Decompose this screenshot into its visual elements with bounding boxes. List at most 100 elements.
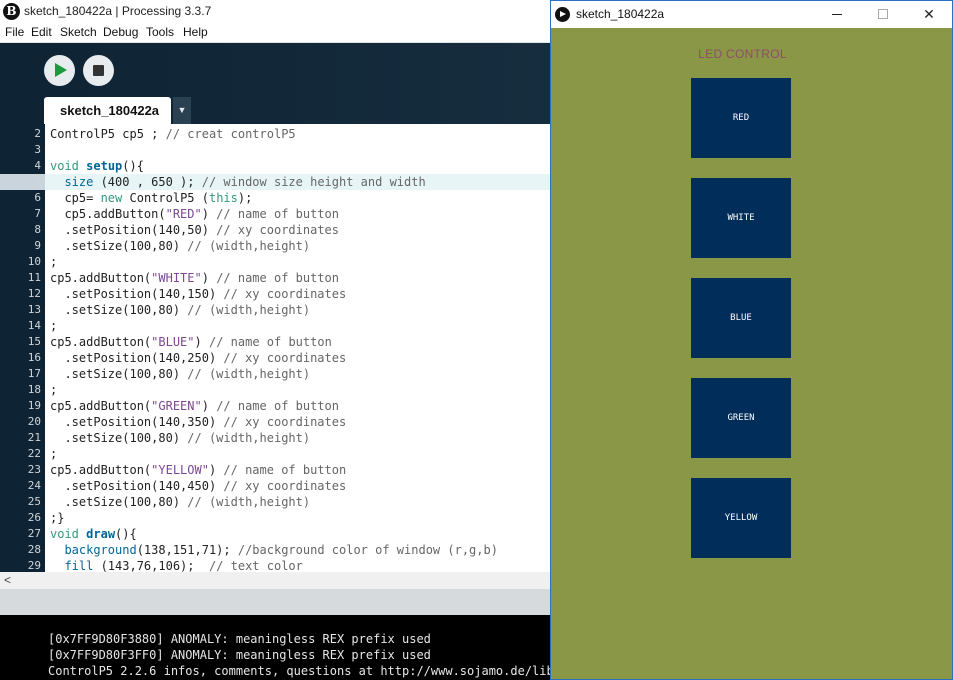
code-line: ;	[50, 447, 58, 461]
sketch-window-title: sketch_180422a	[576, 7, 665, 21]
line-number: 24	[27, 479, 41, 492]
blue-button[interactable]: BLUE	[691, 278, 791, 358]
scroll-left-icon[interactable]: <	[4, 572, 11, 589]
close-icon: ✕	[923, 6, 935, 22]
green-button-label: GREEN	[727, 413, 755, 423]
line-number: 18	[27, 383, 41, 396]
horizontal-scrollbar[interactable]: <	[0, 572, 550, 589]
line-number: 26	[27, 511, 41, 524]
stop-icon	[93, 65, 104, 76]
blue-button-label: BLUE	[730, 313, 752, 323]
code-line: void draw(){	[50, 527, 137, 541]
console-line: [0x7FF9D80F3FF0] ANOMALY: meaningless RE…	[48, 648, 431, 662]
line-number: 8	[34, 223, 41, 236]
menu-file[interactable]: File	[5, 25, 24, 39]
code-line: cp5.addButton("BLUE") // name of button	[50, 335, 332, 349]
sketch-titlebar: sketch_180422a ✕	[551, 1, 952, 28]
line-number: 19	[27, 399, 41, 412]
processing-sketch-icon	[555, 7, 570, 22]
code-line: size (400 , 650 ); // window size height…	[64, 175, 426, 189]
line-number: 5	[34, 175, 41, 188]
line-number: 27	[27, 527, 41, 540]
code-line: cp5= new ControlP5 (this);	[50, 191, 253, 205]
line-number: 21	[27, 431, 41, 444]
tab-label: sketch_180422a	[60, 103, 160, 118]
line-number: 13	[27, 303, 41, 316]
menu-edit[interactable]: Edit	[31, 25, 52, 39]
code-editor[interactable]: ControlP5 cp5 ; // creat controlP5 void s…	[45, 124, 550, 572]
led-control-heading: LED CONTROL	[698, 47, 787, 61]
play-icon	[55, 63, 67, 77]
console-output[interactable]: [0x7FF9D80F3880] ANOMALY: meaningless RE…	[0, 615, 550, 680]
line-number: 29	[27, 559, 41, 572]
code-line: .setSize(100,80) // (width,height)	[50, 239, 311, 253]
code-line: .setSize(100,80) // (width,height)	[50, 431, 311, 445]
close-button[interactable]: ✕	[906, 1, 952, 28]
line-number: 14	[27, 319, 41, 332]
tab-sketch[interactable]: sketch_180422a	[44, 97, 171, 124]
run-button[interactable]	[44, 55, 75, 86]
yellow-button-label: YELLOW	[724, 513, 758, 523]
sketch-canvas: LED CONTROL RED WHITE BLUE GREEN YELLOW	[551, 28, 952, 679]
line-number: 11	[27, 271, 41, 284]
minimize-icon	[832, 14, 842, 15]
code-line: fill (143,76,106); // text color	[64, 559, 303, 572]
code-line: ;	[50, 255, 58, 269]
white-button-label: WHITE	[727, 213, 755, 223]
sketch-window: sketch_180422a ✕ LED CONTROL RED WHITE B…	[550, 0, 953, 680]
console-line: [0x7FF9D80F3880] ANOMALY: meaningless RE…	[48, 632, 431, 646]
code-line: .setSize(100,80) // (width,height)	[50, 367, 311, 381]
line-number: 22	[27, 447, 41, 460]
line-number: 23	[27, 463, 41, 476]
line-number: 15	[27, 335, 41, 348]
line-number: 28	[27, 543, 41, 556]
menu-debug[interactable]: Debug	[103, 25, 138, 39]
code-line: ;	[50, 319, 58, 333]
green-button[interactable]: GREEN	[691, 378, 791, 458]
maximize-icon	[878, 9, 888, 19]
code-line: .setPosition(140,50) // xy coordinates	[50, 223, 339, 237]
line-number: 12	[27, 287, 41, 300]
code-line: cp5.addButton("RED") // name of button	[50, 207, 339, 221]
code-line: .setSize(100,80) // (width,height)	[50, 303, 311, 317]
line-number: 7	[34, 207, 41, 220]
line-number: 3	[34, 143, 41, 156]
code-line: .setSize(100,80) // (width,height)	[50, 495, 311, 509]
code-line: ;}	[50, 511, 65, 525]
code-line: .setPosition(140,150) // xy coordinates	[50, 287, 347, 301]
code-line: ;	[50, 383, 58, 397]
code-line: .setPosition(140,450) // xy coordinates	[50, 479, 347, 493]
yellow-button[interactable]: YELLOW	[691, 478, 791, 558]
line-number: 9	[34, 239, 41, 252]
menu-sketch[interactable]: Sketch	[60, 25, 97, 39]
processing-logo-icon: B	[3, 3, 20, 20]
red-button[interactable]: RED	[691, 78, 791, 158]
line-number: 17	[27, 367, 41, 380]
line-number: 20	[27, 415, 41, 428]
white-button[interactable]: WHITE	[691, 178, 791, 258]
line-number-gutter: 2 3 4 5 6 7 8 9 10 11 12 13 14 15 16 17 18 19 20 21 22 23 24 25…	[0, 124, 45, 572]
status-bar	[0, 589, 550, 615]
code-line: cp5.addButton("WHITE") // name of button	[50, 271, 340, 285]
menu-tools[interactable]: Tools	[146, 25, 174, 39]
code-line: void setup(){	[50, 159, 144, 173]
code-line: .setPosition(140,250) // xy coordinates	[50, 351, 347, 365]
menu-help[interactable]: Help	[183, 25, 208, 39]
line-number: 16	[27, 351, 41, 364]
code-line: background(138,151,71); //background col…	[64, 543, 498, 557]
red-button-label: RED	[732, 113, 750, 123]
stop-button[interactable]	[83, 55, 114, 86]
code-line: cp5.addButton("YELLOW") // name of butto…	[50, 463, 347, 477]
minimize-button[interactable]	[814, 1, 860, 28]
line-number: 2	[34, 127, 41, 140]
code-line: ControlP5 cp5 ; // creat controlP5	[50, 127, 296, 141]
maximize-button[interactable]	[860, 1, 906, 28]
line-number: 10	[27, 255, 41, 268]
line-number: 6	[34, 191, 41, 204]
code-line: .setPosition(140,350) // xy coordinates	[50, 415, 347, 429]
tab-menu-dropdown-icon[interactable]: ▼	[173, 97, 191, 124]
line-number: 25	[27, 495, 41, 508]
ide-window-title: sketch_180422a | Processing 3.3.7	[24, 4, 212, 18]
console-line: ControlP5 2.2.6 infos, comments, questio…	[48, 664, 550, 678]
line-number: 4	[34, 159, 41, 172]
